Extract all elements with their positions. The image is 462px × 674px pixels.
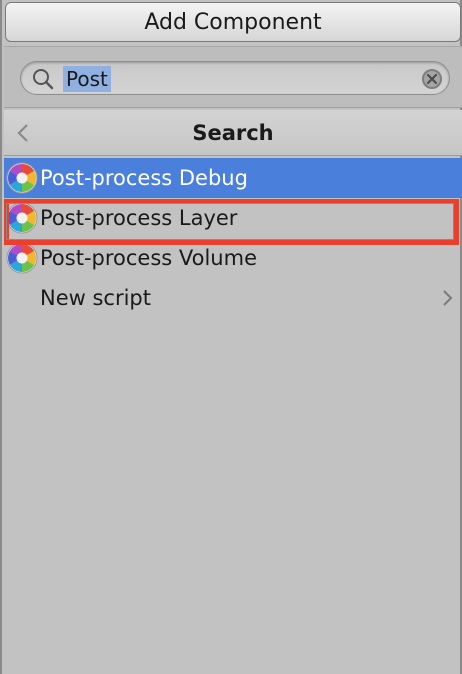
- clear-search-icon[interactable]: [421, 68, 443, 90]
- search-input-value: Post: [63, 66, 111, 92]
- chevron-right-icon: [443, 290, 453, 306]
- add-component-panel: Add Component Post Search Post-process D…: [0, 0, 462, 674]
- list-item-label: Post-process Layer: [40, 206, 238, 230]
- list-item-label: Post-process Debug: [40, 166, 248, 190]
- search-area: Post: [4, 46, 462, 108]
- list-item-new-script[interactable]: New script: [4, 278, 462, 318]
- list-item-post-process-volume[interactable]: Post-process Volume: [4, 238, 462, 278]
- list-item-post-process-layer[interactable]: Post-process Layer: [4, 198, 462, 238]
- post-process-aperture-icon: [6, 242, 38, 274]
- list-item-label: New script: [40, 286, 151, 310]
- post-process-aperture-icon: [6, 162, 38, 194]
- post-process-aperture-icon: [6, 202, 38, 234]
- search-header: Search: [4, 110, 462, 156]
- header-title: Search: [192, 121, 274, 145]
- add-component-button[interactable]: Add Component: [5, 2, 461, 42]
- component-list: Post-process Debug Post-process Layer Po…: [4, 158, 462, 318]
- search-icon: [33, 69, 54, 90]
- list-item-label: Post-process Volume: [40, 246, 257, 270]
- list-item-post-process-debug[interactable]: Post-process Debug: [4, 158, 462, 198]
- search-input[interactable]: Post: [20, 61, 450, 95]
